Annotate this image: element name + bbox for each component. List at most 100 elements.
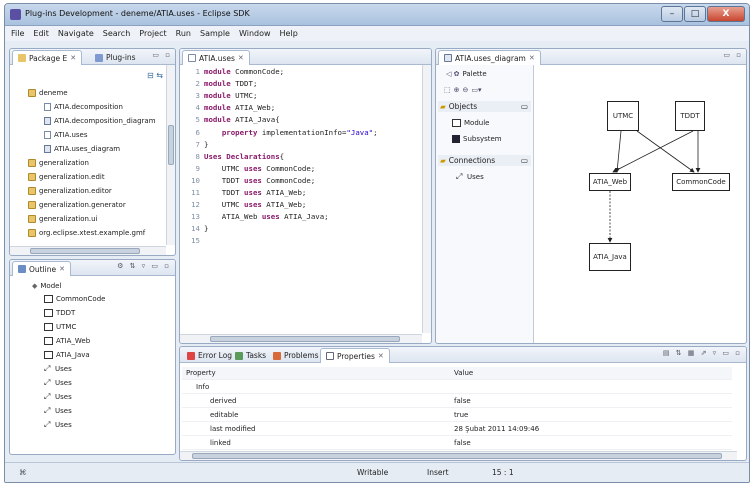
connection-utmc-atiaweb[interactable] (614, 130, 622, 173)
code-line[interactable]: 2 module TDDT; (182, 79, 258, 89)
menu-run[interactable]: Run (176, 29, 191, 38)
diagram-node-commoncode[interactable]: CommonCode (672, 173, 730, 191)
zoom-out-icon[interactable]: ⊖ (463, 86, 469, 94)
diagram-node-tddt[interactable]: TDDT (675, 101, 705, 131)
code-line[interactable]: 10 TDDT uses CommonCode; (182, 176, 315, 186)
palette-subsystem[interactable]: Subsystem (452, 135, 502, 143)
code-area[interactable]: 1 module CommonCode; 2 module TDDT; 3 module … (180, 67, 421, 331)
vertical-scrollbar[interactable] (422, 65, 431, 333)
collapse-all-icon[interactable]: ⊟ ⇆ (147, 71, 163, 80)
outline-item[interactable]: ⤢ Uses (44, 421, 72, 430)
menu-project[interactable]: Project (139, 29, 166, 38)
palette-title[interactable]: ◁ ✿ Palette (446, 70, 487, 78)
code-line[interactable]: 5 module ATIA_Java{ (182, 115, 280, 125)
collapse-icon[interactable]: ▭ (521, 102, 528, 111)
code-line[interactable]: 13 ATIA_Web uses ATIA_Java; (182, 212, 329, 222)
tab-outline[interactable]: Outline ✕ (12, 261, 72, 276)
outline-item[interactable]: ⤢ Uses (44, 379, 72, 388)
table-row[interactable]: Info (182, 381, 732, 394)
horizontal-scrollbar[interactable] (10, 246, 166, 255)
minimize-button[interactable]: – (661, 6, 683, 22)
outline-item[interactable]: UTMC (44, 323, 76, 331)
tab-package-explorer[interactable]: Package E ✕ (12, 50, 83, 65)
outline-item[interactable]: CommonCode (44, 295, 105, 303)
tree-item[interactable]: ATIA.uses (44, 131, 88, 139)
menu-navigate[interactable]: Navigate (58, 29, 94, 38)
horizontal-scrollbar[interactable] (180, 451, 737, 460)
close-tab-icon[interactable]: ✕ (378, 352, 384, 360)
tree-item-deneme[interactable]: deneme (28, 89, 68, 97)
tree-item[interactable]: generalization.edit (28, 173, 105, 181)
tab-atia-uses[interactable]: ATIA.uses ✕ (182, 50, 250, 65)
panel-controls[interactable]: ▤ ⇅ ▦ ⇗ ▿ ▭ ▫ (663, 349, 742, 357)
diagram-canvas[interactable]: UTMC TDDT ATIA_Web CommonCode ATIA_Java (535, 65, 746, 343)
diagram-node-utmc[interactable]: UTMC (607, 101, 639, 131)
tree-item[interactable]: generalization.generator (28, 201, 126, 209)
close-tab-icon[interactable]: ✕ (59, 265, 65, 273)
panel-controls[interactable]: ▭ ▫ (723, 51, 743, 59)
table-row[interactable]: linked false (182, 437, 732, 450)
outline-item[interactable]: ⤢ Uses (44, 365, 72, 374)
table-row[interactable]: editable true (182, 409, 732, 422)
menu-edit[interactable]: Edit (33, 29, 49, 38)
code-line[interactable]: 8 Uses Declarations{ (182, 152, 285, 162)
code-line[interactable]: 12 UTMC uses ATIA_Web; (182, 200, 306, 210)
maximize-button[interactable]: □ (684, 6, 706, 22)
connection-utmc-commoncode[interactable] (636, 130, 695, 173)
zoom-in-icon[interactable]: ⊕ (454, 86, 460, 94)
code-line[interactable]: 14} (182, 224, 208, 234)
connection-tddt-atiaweb[interactable] (612, 130, 694, 173)
collapse-icon[interactable]: ▭ (521, 156, 528, 165)
tab-tasks[interactable]: Tasks (230, 348, 271, 363)
tree-item[interactable]: generalization (28, 159, 89, 167)
tree-item[interactable]: ATIA.decomposition (44, 103, 123, 111)
menu-search[interactable]: Search (103, 29, 130, 38)
select-tool-icon[interactable]: ⬚ (444, 86, 451, 94)
code-line[interactable]: 7} (182, 140, 209, 150)
code-line[interactable]: 9 UTMC uses CommonCode; (182, 164, 316, 174)
diagram-node-atia-web[interactable]: ATIA_Web (589, 173, 631, 191)
tree-item[interactable]: org.eclipse.xtest.example.gmf (28, 229, 145, 237)
menu-sample[interactable]: Sample (200, 29, 230, 38)
outline-item[interactable]: ⤢ Uses (44, 393, 72, 402)
tab-problems[interactable]: Problems (268, 348, 324, 363)
table-row[interactable]: derived false (182, 395, 732, 408)
close-tab-icon[interactable]: ✕ (238, 54, 244, 62)
code-line[interactable]: 15 (182, 236, 204, 246)
close-tab-icon[interactable]: ✕ (529, 54, 535, 62)
diagram-node-atia-java[interactable]: ATIA_Java (589, 243, 631, 271)
tab-error-log[interactable]: Error Log (182, 348, 237, 363)
tree-item[interactable]: generalization.editor (28, 187, 112, 195)
tree-item[interactable]: ATIA.uses_diagram (44, 145, 120, 153)
note-tool-icon[interactable]: ▭▾ (471, 86, 481, 94)
outline-item[interactable]: ⤢ Uses (44, 407, 72, 416)
close-tab-icon[interactable]: ✕ (70, 54, 76, 62)
tab-properties[interactable]: Properties ✕ (320, 348, 390, 363)
code-line[interactable]: 1 module CommonCode; (182, 67, 285, 77)
code-line[interactable]: 3 module UTMC; (182, 91, 258, 101)
menu-file[interactable]: File (11, 29, 24, 38)
panel-controls[interactable]: ▭ ▫ (152, 51, 172, 59)
palette-uses[interactable]: ⤢ Uses (456, 173, 484, 182)
palette-group-connections[interactable]: ▰ Connections ▭ (438, 155, 531, 166)
code-line[interactable]: 6 property implementationInfo= "Java"; (182, 128, 378, 138)
tree-item[interactable]: generalization.ui (28, 215, 98, 223)
horizontal-scrollbar[interactable] (180, 334, 422, 343)
table-row[interactable]: last modified 28 Şubat 2011 14:09:46 (182, 423, 732, 436)
menu-window[interactable]: Window (239, 29, 271, 38)
code-line[interactable]: 11 TDDT uses ATIA_Web; (182, 188, 306, 198)
palette-tools[interactable]: ⬚ ⊕ ⊖ ▭▾ (444, 86, 482, 94)
palette-module[interactable]: Module (452, 119, 489, 127)
tab-atia-uses-diagram[interactable]: ATIA.uses_diagram ✕ (438, 50, 541, 65)
menu-help[interactable]: Help (280, 29, 298, 38)
panel-controls[interactable]: ⚙ ⇅ ▿ ▭ ▫ (117, 262, 171, 270)
outline-item[interactable]: TDDT (44, 309, 75, 317)
close-button[interactable]: X (707, 6, 745, 22)
tree-item[interactable]: ATIA.decomposition_diagram (44, 117, 156, 125)
outline-root[interactable]: ◆ Model (32, 282, 61, 290)
palette-group-objects[interactable]: ▰ Objects ▭ (438, 101, 531, 112)
outline-item[interactable]: ATIA_Web (44, 337, 90, 345)
vertical-scrollbar[interactable] (166, 65, 175, 245)
outline-item[interactable]: ATIA_Java (44, 351, 90, 359)
tab-plugins[interactable]: Plug-ins (90, 50, 141, 65)
